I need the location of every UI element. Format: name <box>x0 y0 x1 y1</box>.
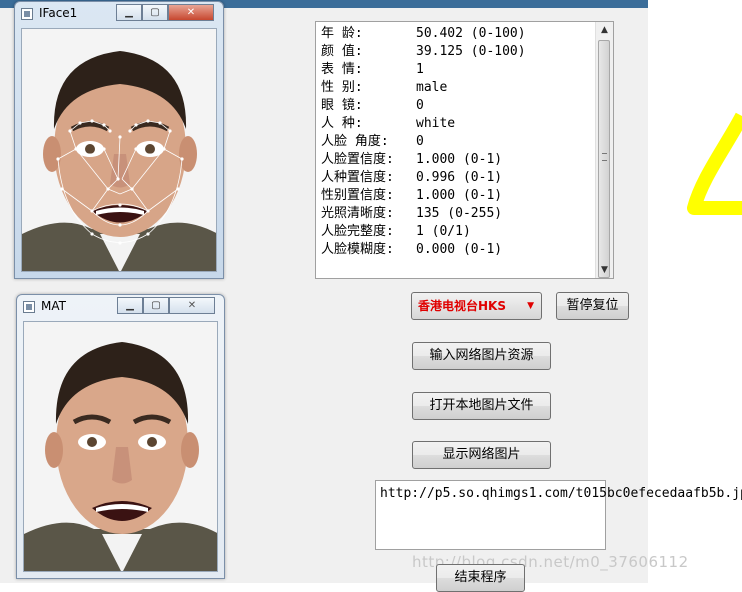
attribute-value: 0 <box>416 134 424 149</box>
mat-title: MAT <box>41 299 66 313</box>
iface-window[interactable]: IFace1 ▁ ▢ ✕ <box>14 1 224 279</box>
open-local-image-button[interactable]: 打开本地图片文件 <box>412 392 551 420</box>
grip-icon <box>602 153 607 161</box>
attribute-value: white <box>416 116 456 131</box>
maximize-button[interactable]: ▢ <box>142 4 168 21</box>
close-button[interactable]: ✕ <box>169 297 215 314</box>
attribute-label: 人脸模糊度: <box>321 242 394 257</box>
attribute-label: 眼 镜: <box>321 98 363 113</box>
attribute-label: 人脸置信度: <box>321 152 394 167</box>
attribute-value: 1 (0/1) <box>416 224 471 239</box>
chevron-down-icon: ▼ <box>527 301 534 311</box>
attribute-value: 0 <box>416 98 424 113</box>
window-app-icon <box>23 301 35 313</box>
vertical-scrollbar[interactable]: ▲ ▼ <box>595 22 613 278</box>
attribute-label: 表 情: <box>321 62 363 77</box>
attribute-label: 人脸 角度: <box>321 134 389 149</box>
list-item: 眼 镜: 0 <box>321 97 526 115</box>
maximize-button[interactable]: ▢ <box>143 297 169 314</box>
attribute-value: 0.000 (0-1) <box>416 242 503 257</box>
list-item: 人 种: white <box>321 115 526 133</box>
attribute-value: 1.000 (0-1) <box>416 188 503 203</box>
attribute-label: 人脸完整度: <box>321 224 394 239</box>
list-item: 性别置信度: 1.000 (0-1) <box>321 187 526 205</box>
pause-reset-button[interactable]: 暂停复位 <box>556 292 629 320</box>
list-item: 颜 值: 39.125 (0-100) <box>321 43 526 61</box>
list-item: 年 龄: 50.402 (0-100) <box>321 25 526 43</box>
scroll-up-icon[interactable]: ▲ <box>596 22 613 39</box>
list-item: 表 情: 1 <box>321 61 526 79</box>
attribute-label: 人种置信度: <box>321 170 394 185</box>
list-item: 光照清晰度: 135 (0-255) <box>321 205 526 223</box>
show-network-image-button[interactable]: 显示网络图片 <box>412 441 551 469</box>
iface-image-view <box>21 28 217 272</box>
iface-title: IFace1 <box>39 6 78 20</box>
channel-select[interactable]: 香港电视台HKS ▼ <box>411 292 542 320</box>
exit-button[interactable]: 结束程序 <box>436 564 525 592</box>
attribute-label: 人 种: <box>321 116 363 131</box>
scroll-down-icon[interactable]: ▼ <box>596 262 613 279</box>
channel-select-value: 香港电视台HKS <box>418 299 506 313</box>
list-item: 人脸完整度: 1 (0/1) <box>321 223 526 241</box>
attribute-label: 颜 值: <box>321 44 363 59</box>
list-item: 性 别: male <box>321 79 526 97</box>
minimize-button[interactable]: ▁ <box>116 4 142 21</box>
attribute-value: 50.402 (0-100) <box>416 26 526 41</box>
face-image <box>24 322 217 571</box>
face-attributes-panel[interactable]: 年 龄: 50.402 (0-100) 颜 值: 39.125 (0-100) 表 … <box>315 21 614 279</box>
minimize-button[interactable]: ▁ <box>117 297 143 314</box>
list-item: 人脸模糊度: 0.000 (0-1) <box>321 241 526 259</box>
attribute-label: 性别置信度: <box>321 188 394 203</box>
iface-titlebar[interactable]: IFace1 ▁ ▢ ✕ <box>15 2 223 26</box>
attribute-value: 39.125 (0-100) <box>416 44 526 59</box>
attribute-value: 135 (0-255) <box>416 206 503 221</box>
attribute-value: 0.996 (0-1) <box>416 170 503 185</box>
scrollbar-thumb[interactable] <box>598 40 610 278</box>
mat-window[interactable]: MAT ▁ ▢ ✕ <box>16 294 225 579</box>
attribute-label: 性 别: <box>321 80 363 95</box>
mat-titlebar[interactable]: MAT ▁ ▢ ✕ <box>17 295 224 319</box>
list-item: 人脸置信度: 1.000 (0-1) <box>321 151 526 169</box>
close-button[interactable]: ✕ <box>168 4 214 21</box>
window-app-icon <box>21 8 33 20</box>
attribute-label: 年 龄: <box>321 26 363 41</box>
mat-image-view <box>23 321 218 572</box>
input-network-image-button[interactable]: 输入网络图片资源 <box>412 342 551 370</box>
attribute-value: male <box>416 80 448 95</box>
face-attributes-list: 年 龄: 50.402 (0-100) 颜 值: 39.125 (0-100) 表 … <box>321 25 526 259</box>
list-item: 人脸 角度: 0 <box>321 133 526 151</box>
attribute-value: 1.000 (0-1) <box>416 152 503 167</box>
face-landmark-image <box>22 29 216 271</box>
list-item: 人种置信度: 0.996 (0-1) <box>321 169 526 187</box>
attribute-label: 光照清晰度: <box>321 206 394 221</box>
url-input[interactable]: http://p5.so.qhimgs1.com/t015bc0efecedaa… <box>375 480 742 550</box>
yellow-stroke <box>687 112 742 215</box>
attribute-value: 1 <box>416 62 424 77</box>
